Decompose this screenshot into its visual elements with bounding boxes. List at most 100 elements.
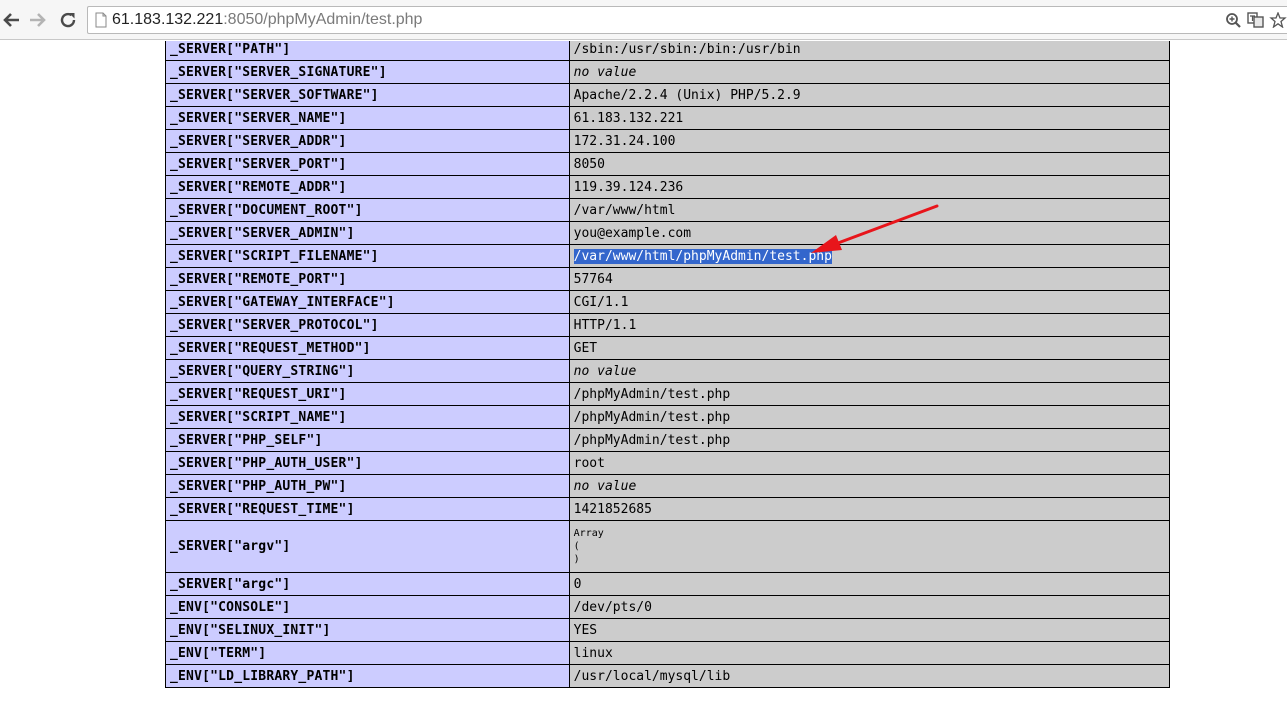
variable-name-cell: _SERVER["PATH"] [165,41,570,61]
table-row: _SERVER["PHP_AUTH_USER"] root [165,451,1171,475]
variable-value-cell: /sbin:/usr/sbin:/bin:/usr/bin [568,41,1171,61]
variable-name-cell: _SERVER["SERVER_NAME"] [165,106,570,130]
variable-value-cell: CGI/1.1 [568,290,1171,314]
table-row: _SERVER["SERVER_PORT"] 8050 [165,152,1171,176]
variable-value-cell: no value [568,474,1171,498]
variable-value-cell: 1421852685 [568,497,1171,521]
variable-value-cell: 8050 [568,152,1171,176]
table-row: _SERVER["SERVER_ADDR"] 172.31.24.100 [165,129,1171,153]
table-row: _SERVER["SERVER_SIGNATURE"] no value [165,60,1171,84]
variable-name-cell: _SERVER["REMOTE_ADDR"] [165,175,570,199]
reload-icon [60,12,76,28]
zoom-icon[interactable] [1225,12,1243,28]
table-row: _ENV["SELINUX_INIT"] YES [165,618,1171,642]
variable-value-cell: linux [568,641,1171,665]
page-content: _SERVER["PATH"]/sbin:/usr/sbin:/bin:/usr… [0,41,1287,704]
variable-name-cell: _SERVER["SERVER_ADMIN"] [165,221,570,245]
array-value: Array ( ) [573,528,604,565]
table-row: _ENV["LD_LIBRARY_PATH"]/usr/local/mysql/… [165,664,1171,688]
table-row: _SERVER["REMOTE_ADDR"] 119.39.124.236 [165,175,1171,199]
variable-name-cell: _SERVER["PHP_AUTH_PW"] [165,474,570,498]
variable-name-cell: _SERVER["REQUEST_METHOD"] [165,336,570,360]
variable-name-cell: _ENV["LD_LIBRARY_PATH"] [165,664,570,688]
variable-value-cell: 119.39.124.236 [568,175,1171,199]
table-body: _SERVER["PATH"]/sbin:/usr/sbin:/bin:/usr… [165,41,1171,688]
variable-name-cell: _SERVER["PHP_AUTH_USER"] [165,451,570,475]
table-row: _SERVER["argc"] 0 [165,572,1171,596]
variable-name-cell: _SERVER["GATEWAY_INTERFACE"] [165,290,570,314]
variable-value-cell: /var/www/html [568,198,1171,222]
table-row: _SERVER["QUERY_STRING"] no value [165,359,1171,383]
url-host: 61.183.132.221 [112,11,224,28]
table-row: _SERVER["REMOTE_PORT"] 57764 [165,267,1171,291]
variable-name-cell: _SERVER["REMOTE_PORT"] [165,267,570,291]
table-row: _ENV["TERM"] linux [165,641,1171,665]
translate-icon[interactable] [1247,12,1265,28]
page-icon [95,12,107,28]
variable-name-cell: _SERVER["PHP_SELF"] [165,428,570,452]
address-bar[interactable]: 61.183.132.221:8050/phpMyAdmin/test.php [87,6,1287,34]
no-value-text: no value [573,64,637,80]
variable-value-cell: /usr/local/mysql/lib [568,664,1171,688]
variable-name-cell: _SERVER["SERVER_PROTOCOL"] [165,313,570,337]
selected-text[interactable]: /var/www/html/phpMyAdmin/test.php [573,248,832,264]
table-row: _SERVER["SCRIPT_FILENAME"]/var/www/html/… [165,244,1171,268]
bookmark-star-icon[interactable] [1269,12,1287,28]
table-row: _SERVER["PATH"]/sbin:/usr/sbin:/bin:/usr… [165,41,1171,61]
reload-button[interactable] [57,9,79,31]
variable-name-cell: _SERVER["QUERY_STRING"] [165,359,570,383]
no-value-text: no value [573,363,637,379]
variable-name-cell: _SERVER["argc"] [165,572,570,596]
table-row: _SERVER["GATEWAY_INTERFACE"] CGI/1.1 [165,290,1171,314]
table-row: _SERVER["SERVER_PROTOCOL"] HTTP/1.1 [165,313,1171,337]
browser-toolbar: 61.183.132.221:8050/phpMyAdmin/test.php [0,0,1287,40]
table-row: _SERVER["SERVER_SOFTWARE"] Apache/2.2.4 (… [165,83,1171,107]
table-row: _SERVER["REQUEST_TIME"] 1421852685 [165,497,1171,521]
variable-value-cell: root [568,451,1171,475]
table-row: _SERVER["PHP_SELF"]/phpMyAdmin/test.php [165,428,1171,452]
back-arrow-icon [3,13,19,27]
variable-value-cell: /var/www/html/phpMyAdmin/test.php [568,244,1171,268]
variable-name-cell: _SERVER["SERVER_PORT"] [165,152,570,176]
variable-name-cell: _SERVER["REQUEST_URI"] [165,382,570,406]
variable-value-cell: HTTP/1.1 [568,313,1171,337]
variable-name-cell: _ENV["TERM"] [165,641,570,665]
variable-name-cell: _SERVER["SERVER_SOFTWARE"] [165,83,570,107]
no-value-text: no value [573,478,637,494]
variable-value-cell: 172.31.24.100 [568,129,1171,153]
variable-name-cell: _SERVER["DOCUMENT_ROOT"] [165,198,570,222]
variable-name-cell: _SERVER["argv"] [165,520,570,573]
table-row: _SERVER["PHP_AUTH_PW"] no value [165,474,1171,498]
variable-value-cell: Apache/2.2.4 (Unix) PHP/5.2.9 [568,83,1171,107]
table-row: _SERVER["SERVER_NAME"] 61.183.132.221 [165,106,1171,130]
variable-name-cell: _SERVER["REQUEST_TIME"] [165,497,570,521]
table-row: _SERVER["REQUEST_URI"]/phpMyAdmin/test.p… [165,382,1171,406]
variable-name-cell: _SERVER["SCRIPT_FILENAME"] [165,244,570,268]
variable-value-cell: you@example.com [568,221,1171,245]
variable-value-cell: YES [568,618,1171,642]
variable-name-cell: _SERVER["SCRIPT_NAME"] [165,405,570,429]
url-path: :8050/phpMyAdmin/test.php [223,11,423,28]
forward-arrow-icon [30,13,46,27]
table-row: _SERVER["REQUEST_METHOD"] GET [165,336,1171,360]
table-row: _ENV["CONSOLE"]/dev/pts/0 [165,595,1171,619]
variable-value-cell: 57764 [568,267,1171,291]
variable-value-cell: /phpMyAdmin/test.php [568,382,1171,406]
table-row: _SERVER["SERVER_ADMIN"] you@example.com [165,221,1171,245]
variable-value-cell: no value [568,359,1171,383]
variable-name-cell: _ENV["SELINUX_INIT"] [165,618,570,642]
phpinfo-variables-table: _SERVER["PATH"]/sbin:/usr/sbin:/bin:/usr… [165,41,1171,688]
forward-button[interactable] [27,9,49,31]
table-row: _SERVER["DOCUMENT_ROOT"]/var/www/html [165,198,1171,222]
variable-value-cell: 0 [568,572,1171,596]
variable-name-cell: _ENV["CONSOLE"] [165,595,570,619]
variable-name-cell: _SERVER["SERVER_ADDR"] [165,129,570,153]
back-button[interactable] [0,9,22,31]
variable-value-cell: 61.183.132.221 [568,106,1171,130]
table-row: _SERVER["argv"] Array ( ) [165,520,1171,573]
variable-value-cell: Array ( ) [568,520,1171,573]
url-text: 61.183.132.221:8050/phpMyAdmin/test.php [112,10,422,30]
variable-value-cell: /phpMyAdmin/test.php [568,428,1171,452]
variable-value-cell: no value [568,60,1171,84]
variable-value-cell: /phpMyAdmin/test.php [568,405,1171,429]
